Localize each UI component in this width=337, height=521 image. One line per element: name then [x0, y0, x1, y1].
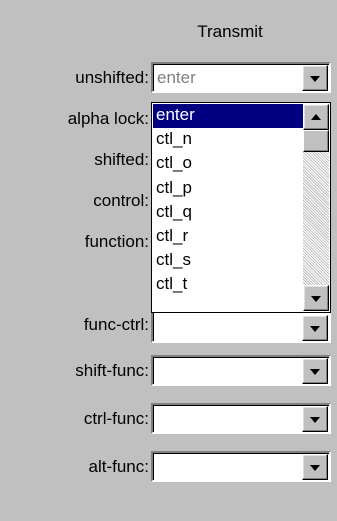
row-label: unshifted: — [75, 68, 149, 87]
dropdown-option[interactable]: ctl_q — [153, 201, 303, 225]
row-label: shift-func: — [75, 361, 149, 380]
dropdown-button[interactable] — [302, 406, 328, 432]
chevron-down-icon — [310, 76, 320, 82]
dropdown-option[interactable]: ctl_o — [153, 152, 303, 176]
row-label: control: — [93, 191, 149, 210]
dropdown-option[interactable]: ctl_n — [153, 128, 303, 152]
dropdown-option[interactable]: enter — [153, 104, 303, 129]
row-unshifted: unshifted: enter — [0, 62, 337, 93]
unshifted-select[interactable]: enter — [151, 62, 331, 93]
dropdown-option[interactable]: ctl_p — [153, 177, 303, 201]
alt-func-select[interactable] — [151, 451, 331, 482]
dropdown-option[interactable]: ctl_r — [153, 225, 303, 249]
vertical-scrollbar[interactable] — [303, 104, 329, 311]
row-label: function: — [84, 232, 149, 251]
row-alt-func: alt-func: — [0, 451, 337, 482]
row-func-ctrl: func-ctrl: — [0, 308, 337, 343]
chevron-down-icon — [310, 417, 320, 423]
shift-func-select[interactable] — [151, 355, 331, 386]
dropdown-button[interactable] — [302, 65, 328, 91]
scroll-down-button[interactable] — [303, 285, 329, 311]
chevron-down-icon — [310, 369, 320, 375]
dropdown-option[interactable]: ctl_t — [153, 273, 303, 297]
row-label: shifted: — [94, 150, 149, 169]
func-ctrl-select[interactable] — [151, 308, 331, 343]
dropdown-list[interactable]: enter ctl_n ctl_o ctl_p ctl_q ctl_r ctl_… — [151, 102, 331, 313]
dropdown-button[interactable] — [302, 454, 328, 480]
chevron-down-icon — [310, 465, 320, 471]
ctrl-func-select[interactable] — [151, 403, 331, 434]
select-value: enter — [157, 68, 196, 87]
row-label: func-ctrl: — [83, 315, 149, 334]
dropdown-option[interactable]: ctl_s — [153, 249, 303, 273]
scroll-up-button[interactable] — [303, 104, 329, 130]
dropdown-button[interactable] — [302, 358, 328, 384]
chevron-down-icon — [310, 326, 320, 332]
scroll-thumb[interactable] — [303, 130, 329, 152]
row-ctrl-func: ctrl-func: — [0, 403, 337, 434]
row-label: ctrl-func: — [83, 409, 149, 428]
column-header-transmit: Transmit — [197, 22, 263, 41]
row-label: alpha lock: — [67, 109, 149, 128]
dropdown-button[interactable] — [302, 315, 328, 341]
row-shift-func: shift-func: — [0, 355, 337, 386]
chevron-up-icon — [311, 114, 321, 120]
chevron-down-icon — [311, 296, 321, 302]
row-label: alt-func: — [88, 457, 149, 476]
dropdown-items: enter ctl_n ctl_o ctl_p ctl_q ctl_r ctl_… — [153, 104, 303, 298]
